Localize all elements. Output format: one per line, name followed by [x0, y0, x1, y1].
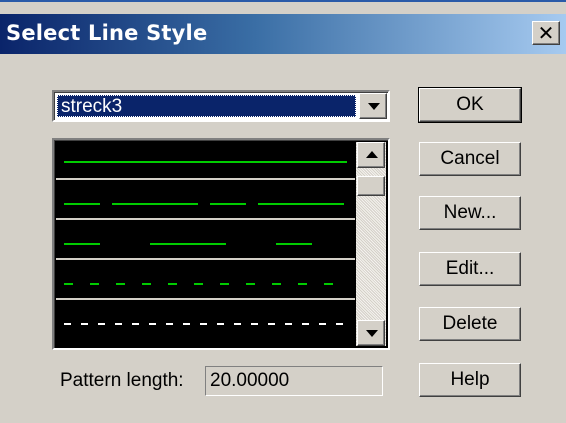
line-style-item-dash-gap[interactable]: [56, 222, 355, 260]
line-style-list[interactable]: [52, 138, 390, 350]
line-style-dropdown[interactable]: streck3: [52, 90, 390, 122]
line-preview: [64, 323, 347, 325]
line-style-selected-value: streck3: [57, 95, 356, 117]
window-title: Select Line Style: [6, 21, 208, 45]
select-line-style-dialog: Select Line Style ✕ streck3 Pattern leng…: [0, 0, 566, 423]
line-preview: [64, 161, 347, 163]
scroll-down-button[interactable]: [357, 320, 385, 346]
scroll-up-button[interactable]: [357, 142, 385, 168]
chevron-up-icon: [366, 151, 378, 158]
line-preview: [64, 243, 347, 245]
title-bar[interactable]: Select Line Style ✕: [0, 14, 566, 54]
list-scrollbar[interactable]: [356, 142, 386, 346]
help-button[interactable]: Help: [419, 363, 521, 397]
chevron-down-icon: [366, 330, 378, 337]
dropdown-arrow-button[interactable]: [359, 93, 387, 119]
line-style-item-dotted[interactable]: [56, 302, 355, 344]
scroll-thumb[interactable]: [357, 176, 385, 196]
close-button[interactable]: ✕: [532, 21, 560, 45]
line-style-item-dashed[interactable]: [56, 262, 355, 300]
window-top-edge: [0, 0, 566, 2]
close-icon: ✕: [537, 21, 555, 45]
line-preview: [64, 283, 347, 285]
cancel-button[interactable]: Cancel: [419, 142, 521, 176]
delete-button[interactable]: Delete: [419, 307, 521, 341]
pattern-length-label: Pattern length:: [60, 370, 184, 391]
line-style-item-long-dash[interactable]: [56, 182, 355, 220]
edit-button[interactable]: Edit...: [419, 252, 521, 286]
chevron-down-icon: [368, 103, 380, 110]
ok-button[interactable]: OK: [418, 87, 522, 123]
pattern-length-field: 20.00000: [205, 366, 383, 396]
new-button[interactable]: New...: [419, 196, 521, 230]
line-style-item-solid[interactable]: [56, 142, 355, 180]
line-preview: [64, 203, 347, 205]
